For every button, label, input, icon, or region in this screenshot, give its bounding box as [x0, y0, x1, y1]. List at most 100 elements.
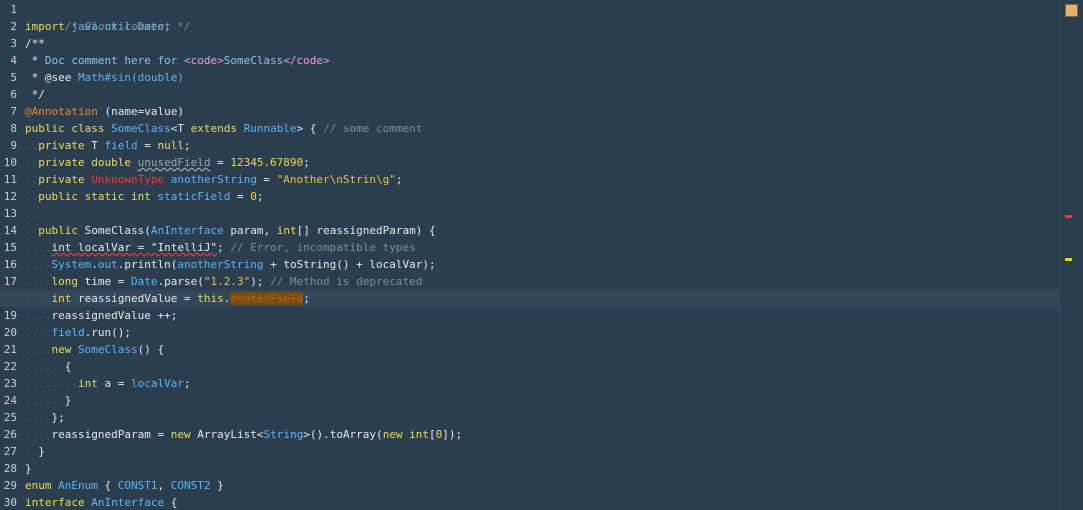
public-keyword: public	[38, 224, 78, 237]
string-literal: "Another\nStrin\g"	[276, 173, 396, 186]
extends-keyword: extends	[190, 122, 237, 135]
code-line-1: /* Block comment */	[25, 1, 1060, 33]
semicolon: ;	[256, 190, 264, 203]
brace-open: {	[97, 479, 118, 492]
code-line-8: public class SomeClass<T extends Runnabl…	[25, 120, 1060, 137]
param: param,	[223, 224, 277, 237]
generic-open: <T	[170, 122, 191, 135]
line-number: 4	[10, 54, 17, 67]
doc-code-close-tag: </code>	[283, 54, 330, 67]
var-decl: a =	[97, 377, 131, 390]
doc-code-open-tag: <code>	[183, 54, 224, 67]
runnable-type: Runnable	[236, 122, 297, 135]
line-number: 14	[3, 224, 17, 237]
interface-name: AnInterface	[84, 496, 165, 509]
doc-star: *	[25, 54, 45, 67]
code-line-12: ..public static int staticField = 0;	[25, 190, 264, 203]
incompatible-types-error: int localVar = "IntelliJ"	[51, 241, 218, 254]
code-line-25: ....};	[25, 411, 65, 424]
code-line-4: * Doc comment here for <code>SomeClass</…	[25, 52, 1060, 69]
line-number: 19	[3, 309, 17, 322]
number-literal: 0	[250, 190, 257, 203]
line-number: 25	[3, 411, 17, 424]
code-line-7: @Annotation (name=value)	[25, 103, 1060, 120]
class-name: SomeClass	[104, 122, 171, 135]
code-line-2: import java.util.Date;	[25, 18, 1060, 35]
class-keywords: public class	[25, 122, 105, 135]
field-name: staticField	[157, 190, 231, 203]
line-number: 30	[3, 496, 17, 509]
new-keyword: new	[51, 343, 72, 356]
assign-op: =	[230, 190, 251, 203]
enum-name: AnEnum	[51, 479, 98, 492]
warning-marker[interactable]	[1065, 258, 1072, 261]
semicolon: ;	[183, 377, 191, 390]
assign-op: =	[210, 156, 231, 169]
code-text: () {	[137, 343, 165, 356]
int-keyword: int	[51, 292, 72, 305]
code-editor[interactable]: 1234567891011121314151617181920212223242…	[0, 0, 1083, 510]
semicolon: ;	[303, 156, 310, 169]
field-name: anotherString	[177, 258, 264, 271]
code-text: reassignedParam =	[51, 428, 171, 441]
import-keyword: import	[25, 20, 65, 33]
doc-comment-end: */	[25, 88, 45, 101]
local-var-ref: localVar	[130, 377, 184, 390]
code-line-20: ....field.run();	[25, 326, 131, 339]
long-keyword: long	[51, 275, 79, 288]
call-close: );	[250, 275, 271, 288]
line-comment: // Error, incompatible types	[230, 241, 416, 254]
doc-class-ref: SomeClass	[223, 54, 284, 67]
code-text: reassignedValue ++;	[51, 309, 178, 322]
line-number: 10	[3, 156, 17, 169]
string-type: String	[263, 428, 304, 441]
line-number: 7	[10, 105, 17, 118]
semicolon: ;	[303, 292, 310, 305]
brace-close: }	[210, 479, 224, 492]
code-area[interactable]: /* Block comment */ import java.util.Dat…	[0, 0, 1060, 510]
field-name: field	[51, 326, 85, 339]
line-number: 20	[3, 326, 17, 339]
line-number-gutter: 1234567891011121314151617181920212223242…	[0, 0, 20, 510]
to-array-call: >().toArray(	[303, 428, 383, 441]
semicolon: ;	[183, 139, 191, 152]
string-literal: "1.2.3"	[203, 275, 251, 288]
code-line-22: ......{	[25, 360, 72, 373]
new-keyword: new	[170, 428, 191, 441]
code-line-18-current: ....int reassignedValue = this.staticFie…	[0, 290, 1060, 307]
field-name: anotherString	[170, 173, 257, 186]
code-line-10: ..private double unusedField = 12345.678…	[25, 156, 310, 169]
run-call: .run();	[84, 326, 131, 339]
this-keyword: this	[197, 292, 224, 305]
call-rest: + toString() + localVar);	[263, 258, 436, 271]
public-static-int-keyword: public static int	[38, 190, 151, 203]
int-keyword: int	[276, 224, 297, 237]
code-text: }	[64, 394, 72, 407]
line-number: 29	[3, 479, 17, 492]
unknown-type-error: UnknownType	[91, 173, 165, 186]
code-line-6: */	[25, 86, 1060, 103]
interface-keyword: interface	[25, 496, 85, 509]
var-decl: time =	[78, 275, 131, 288]
line-number: 26	[3, 428, 17, 441]
date-class: Date	[130, 275, 158, 288]
code-line-15: ....int localVar = "IntelliJ"; // Error,…	[25, 241, 416, 254]
private-keyword: private	[38, 139, 85, 152]
line-number: 2	[10, 20, 17, 33]
code-line-24: ......}	[25, 394, 72, 407]
system-class: System	[51, 258, 92, 271]
parse-call: .parse(	[157, 275, 204, 288]
unused-field: unusedField	[137, 156, 211, 169]
line-number: 8	[10, 122, 17, 135]
error-marker[interactable]	[1065, 215, 1072, 218]
annotation: @Annotation	[25, 105, 98, 118]
interface-type: AnInterface	[150, 224, 224, 237]
code-line-23: ........int a = localVar;	[25, 377, 191, 390]
code-line-29: enum AnEnum { CONST1, CONST2 }	[25, 477, 1060, 494]
code-text: }	[38, 445, 45, 458]
vertical-scrollbar[interactable]	[1059, 0, 1083, 510]
enum-keyword: enum	[25, 479, 52, 492]
inspection-status-icon[interactable]	[1065, 4, 1078, 17]
code-text: };	[51, 411, 65, 424]
